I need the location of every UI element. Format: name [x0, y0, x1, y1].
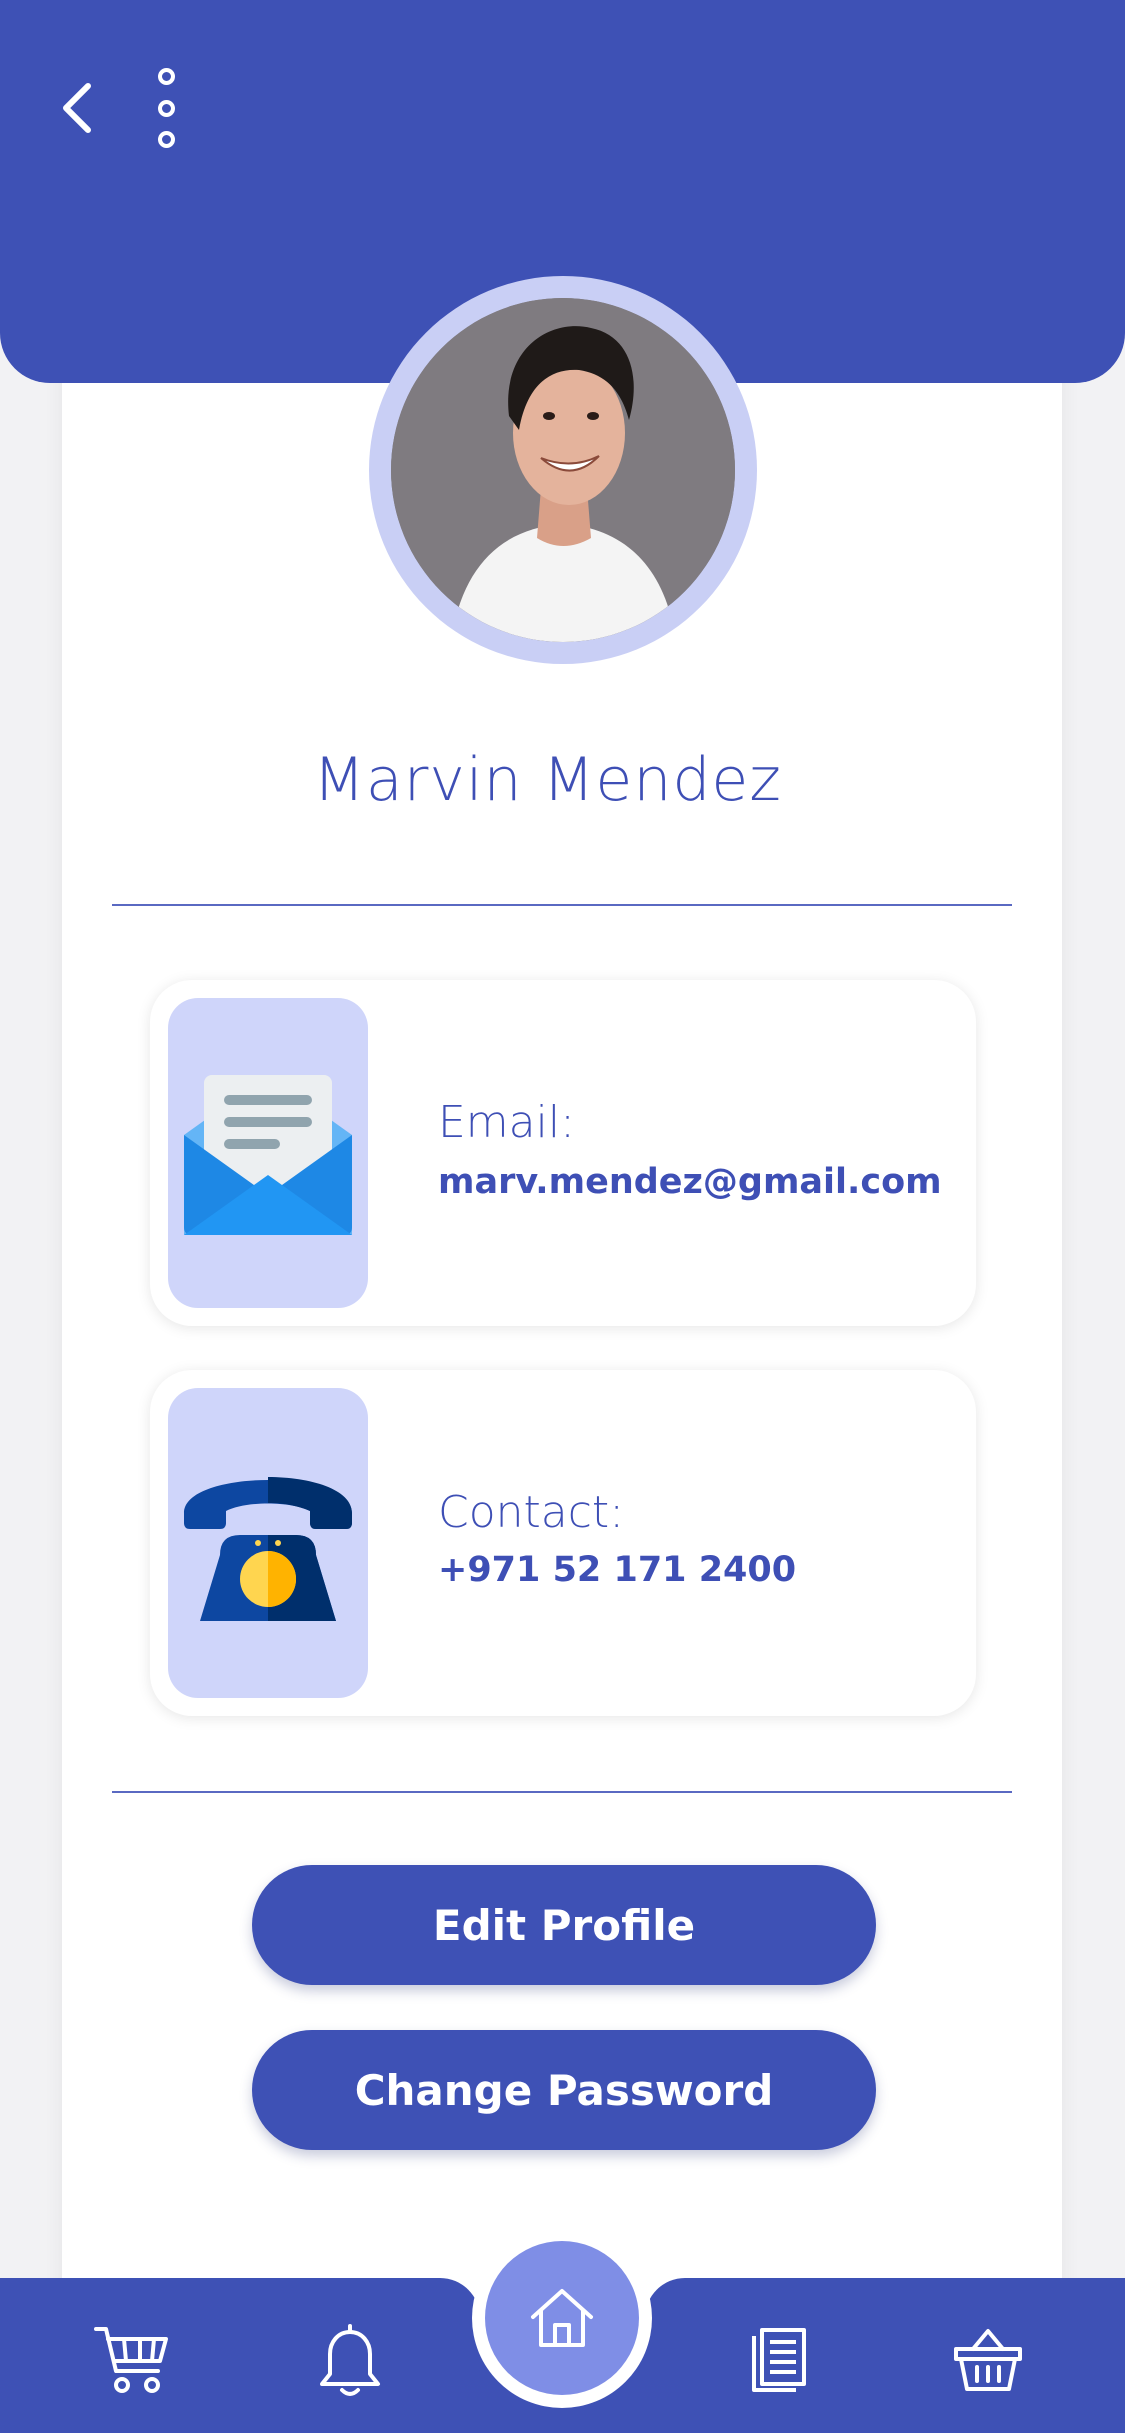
- nav-notifications[interactable]: [310, 2320, 390, 2400]
- bottom-nav: [0, 2228, 1125, 2433]
- contact-icon-tile: [168, 1388, 368, 1698]
- email-label: Email:: [438, 1097, 575, 1148]
- nav-bar-left: [0, 2278, 480, 2433]
- document-icon: [752, 2328, 806, 2392]
- email-value: marv.mendez@gmail.com: [438, 1162, 942, 1202]
- home-button-ring: [472, 2228, 652, 2408]
- avatar-image: [391, 298, 735, 642]
- email-icon-tile: [168, 998, 368, 1308]
- avatar-ring: [369, 276, 757, 664]
- telephone-icon: [184, 1477, 352, 1621]
- nav-basket[interactable]: [948, 2320, 1028, 2400]
- contact-card[interactable]: Contact: +971 52 171 2400: [150, 1370, 976, 1716]
- cart-icon: [94, 2327, 168, 2393]
- more-vertical-icon: [157, 68, 175, 85]
- nav-documents[interactable]: [738, 2320, 818, 2400]
- edit-profile-button[interactable]: Edit Profile: [252, 1865, 876, 1985]
- envelope-icon: [184, 1075, 352, 1235]
- basket-icon: [954, 2329, 1022, 2391]
- contact-label: Contact:: [438, 1487, 625, 1538]
- chevron-left-icon: [63, 83, 91, 133]
- bell-icon: [320, 2324, 380, 2396]
- more-options-button[interactable]: [148, 68, 184, 148]
- back-button[interactable]: [55, 78, 99, 138]
- email-card[interactable]: Email: marv.mendez@gmail.com: [150, 980, 976, 1326]
- nav-cart[interactable]: [92, 2320, 172, 2400]
- menu-dot: [157, 99, 175, 117]
- home-icon: [531, 2289, 593, 2347]
- nav-bar-right: [645, 2278, 1125, 2433]
- profile-name: Marvin Mendez: [313, 745, 782, 815]
- change-password-button[interactable]: Change Password: [252, 2030, 876, 2150]
- divider: [112, 904, 1012, 906]
- nav-home[interactable]: [485, 2241, 639, 2395]
- avatar[interactable]: [391, 298, 735, 642]
- contact-value: +971 52 171 2400: [438, 1550, 797, 1590]
- divider: [112, 1791, 1012, 1793]
- menu-dot: [157, 131, 175, 148]
